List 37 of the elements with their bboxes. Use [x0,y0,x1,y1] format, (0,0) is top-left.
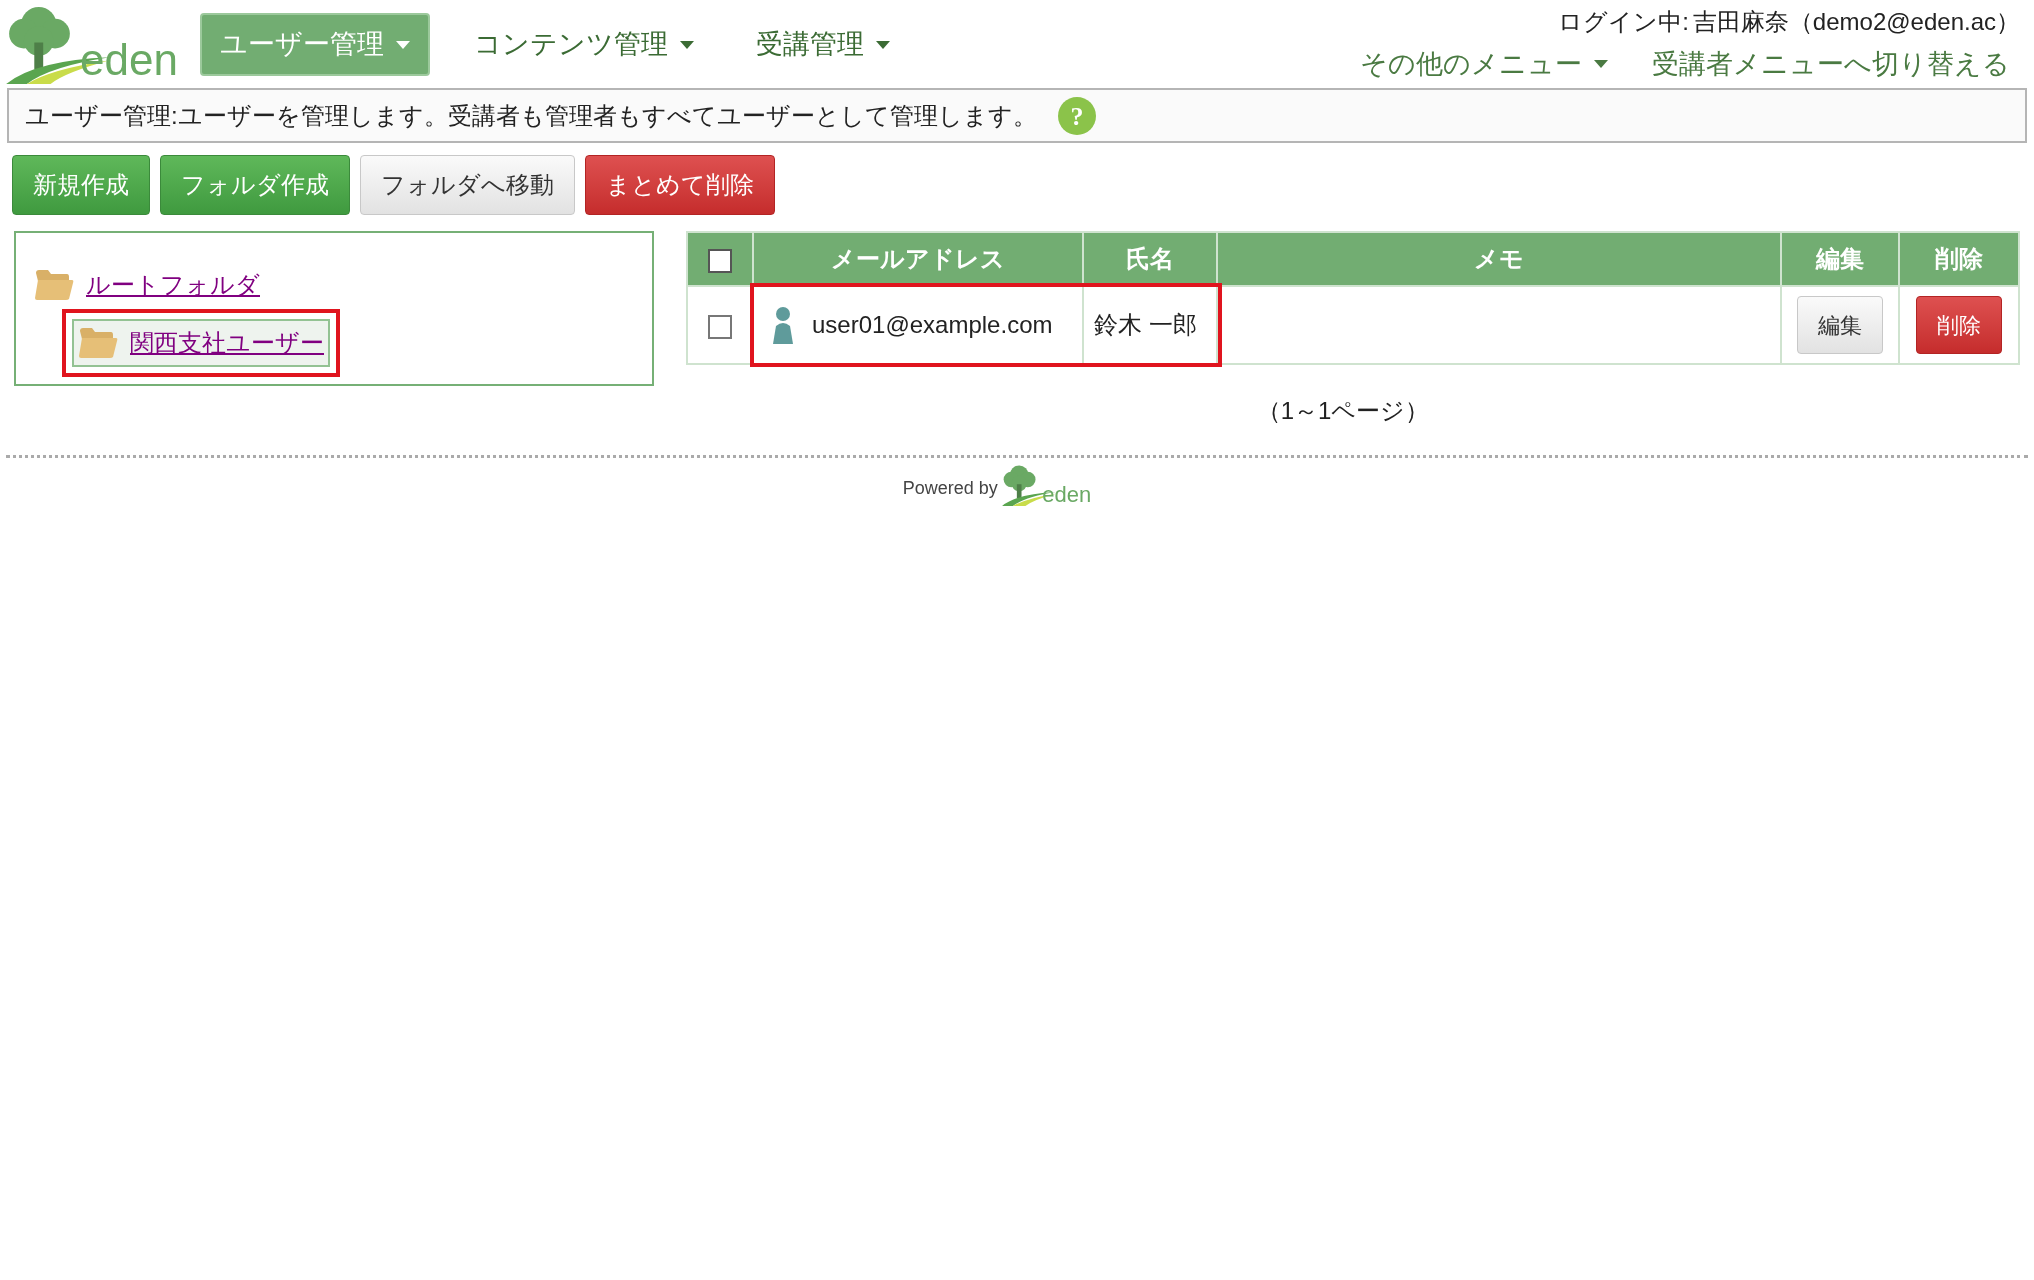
action-button[interactable]: フォルダへ移動 [360,155,575,215]
row-checkbox[interactable] [708,314,732,339]
pagination-text: （1～1ページ） [1256,396,1430,426]
menu-link[interactable]: その他のメニュー [1360,44,1608,85]
footer-logo[interactable]: eden [1001,460,1092,506]
column-header: 編集 [1781,232,1899,286]
caret-icon [875,40,890,49]
folder-item[interactable]: 関西支社ユーザー [72,319,330,367]
edit-button[interactable]: 編集 [1797,296,1883,354]
delete-button[interactable]: 削除 [1916,296,2002,354]
powered-by-text: Powered by [902,477,998,500]
folder-icon [78,327,118,359]
caret-icon [395,40,410,49]
caret-icon [1594,60,1608,69]
email-cell-text: user01@example.com [812,310,1053,340]
column-header: 氏名 [1083,232,1217,286]
menu-link[interactable]: 受講者メニューへ切り替える [1652,44,2010,85]
folder-link[interactable]: 関西支社ユーザー [130,325,324,361]
nav-menu-tab[interactable]: 受講管理 [737,13,908,76]
user-icon [770,306,796,344]
caret-icon [679,40,694,49]
folder-link[interactable]: ルートフォルダ [86,267,260,303]
column-header: メールアドレス [753,232,1083,286]
login-label: ログイン中: [1558,7,1689,37]
select-all-checkbox[interactable] [708,248,732,273]
folder-item[interactable]: ルートフォルダ [28,261,266,309]
action-button[interactable]: まとめて削除 [585,155,775,215]
column-header: 削除 [1899,232,2019,286]
info-text: ユーザー管理:ユーザーを管理します。受講者も管理者もすべてユーザーとして管理します。 [25,100,1037,131]
logo[interactable]: eden [6,2,178,84]
action-button[interactable]: 新規作成 [12,155,150,215]
login-user: 吉田麻奈（demo2@eden.ac） [1692,7,2020,37]
folder-icon [34,269,74,301]
action-button[interactable]: フォルダ作成 [160,155,350,215]
nav-menu-tab[interactable]: コンテンツ管理 [455,13,712,76]
column-header: メモ [1217,232,1781,286]
nav-menu-tab[interactable]: ユーザー管理 [199,13,430,76]
